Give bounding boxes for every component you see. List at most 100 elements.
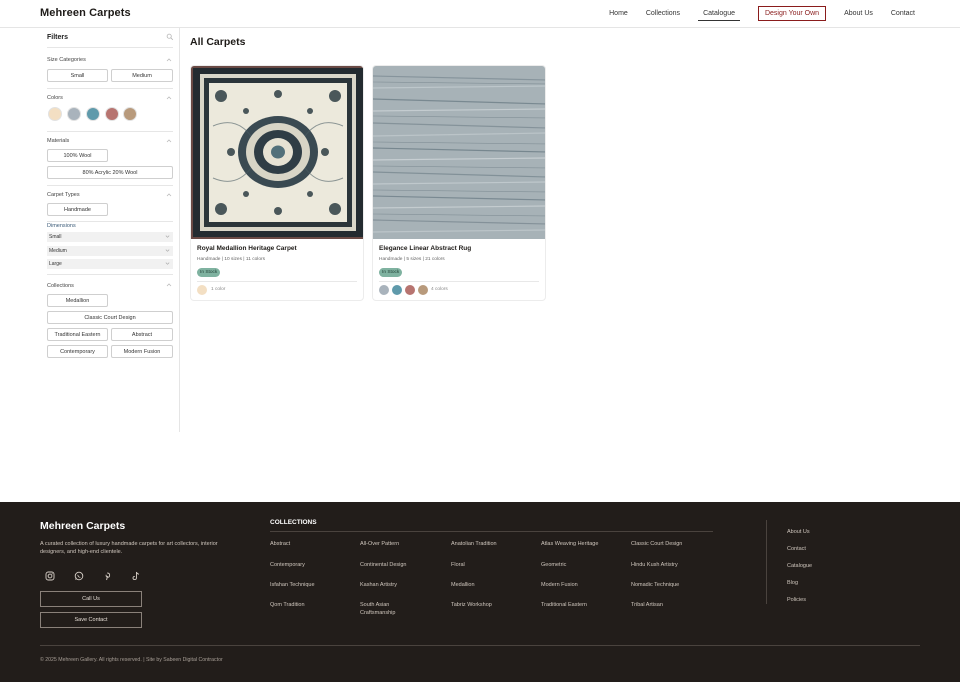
chevron-up-icon[interactable] [166,57,172,63]
colors-label[interactable]: Colors [47,95,63,101]
search-icon[interactable] [166,33,174,41]
main-nav: Home Collections Catalogue Design Your O… [591,6,915,21]
dimension-large-row[interactable]: Large [47,259,173,269]
chevron-up-icon[interactable] [166,138,172,144]
divider [40,645,920,646]
footer-collection-link[interactable]: Geometric [541,562,626,570]
nav-collections[interactable]: Collections [646,7,680,20]
footer-collection-link[interactable]: Tabriz Workshop [451,602,536,610]
product-card[interactable]: Elegance Linear Abstract Rug Handmade | … [372,65,546,301]
product-image-medallion-carpet[interactable] [191,66,363,239]
filter-material-wool[interactable]: 100% Wool [47,149,108,162]
footer-collection-link[interactable]: Qom Tradition [270,602,355,610]
filter-type-handmade[interactable]: Handmade [47,203,108,216]
filter-collection-modern-fusion[interactable]: Modern Fusion [111,345,173,358]
page-title: All Carpets [190,36,246,48]
footer-link-blog[interactable]: Blog [787,580,798,586]
footer-collection-link[interactable]: Isfahan Technique [270,582,355,590]
dimension-small-row[interactable]: Small [47,232,173,242]
color-swatch-teal[interactable] [86,107,100,121]
product-card[interactable]: Royal Medallion Heritage Carpet Handmade… [190,65,364,301]
color-swatch-cream[interactable] [48,107,62,121]
footer-collection-link[interactable]: Floral [451,562,536,570]
chevron-up-icon[interactable] [166,95,172,101]
product-image-abstract-rug[interactable] [373,66,545,239]
materials-label[interactable]: Materials [47,138,69,144]
dimension-medium-row[interactable]: Medium [47,246,173,256]
pinterest-icon[interactable] [102,571,112,581]
footer-collection-link[interactable]: Traditional Eastern [541,602,626,610]
call-us-button[interactable]: Call Us [40,591,142,607]
dimensions-label[interactable]: Dimensions [47,223,76,229]
nav-design-your-own-button[interactable]: Design Your Own [757,6,827,21]
footer-link-catalogue[interactable]: Catalogue [787,563,812,569]
footer-collection-link[interactable]: Anatolian Tradition [451,541,536,549]
product-color-swatch[interactable] [418,285,428,295]
product-color-swatch[interactable] [392,285,402,295]
tiktok-icon[interactable] [131,571,141,581]
nav-home[interactable]: Home [609,7,628,20]
filters-title: Filters [47,34,69,41]
filter-collection-traditional-eastern[interactable]: Traditional Eastern [47,328,108,341]
save-contact-button[interactable]: Save Contact [40,612,142,628]
filter-size-medium[interactable]: Medium [111,69,173,82]
filter-size-small[interactable]: Small [47,69,108,82]
dimension-small-label: Small [49,234,62,240]
size-categories-label[interactable]: Size Categories [47,57,86,63]
footer-collection-link[interactable]: Medallion [451,582,536,590]
footer-collection-link[interactable]: South Asian Craftsmanship [360,602,420,617]
footer-link-about[interactable]: About Us [787,529,810,535]
product-color-swatch[interactable] [379,285,389,295]
copyright-text: © 2025 Mehreen Gallery. All rights reser… [40,657,223,663]
footer-brand: Mehreen Carpets [40,520,126,532]
color-swatch-tan[interactable] [123,107,137,121]
carpet-types-label[interactable]: Carpet Types [47,192,80,198]
footer-collection-link[interactable]: Hindu Kush Artistry [631,562,716,570]
footer-collections-title: COLLECTIONS [270,519,317,526]
filter-collection-classic-court[interactable]: Classic Court Design [47,311,173,324]
filter-collection-contemporary[interactable]: Contemporary [47,345,108,358]
collections-label[interactable]: Collections [47,283,74,289]
divider [47,47,173,48]
divider [47,221,173,222]
chevron-down-icon [165,249,170,252]
product-meta: Handmade | 5 sizes | 21 colors [379,257,445,262]
divider [47,185,173,186]
product-color-swatch[interactable] [197,285,207,295]
footer-link-policies[interactable]: Policies [787,597,806,603]
instagram-icon[interactable] [45,571,55,581]
product-color-swatch[interactable] [405,285,415,295]
dimension-large-label: Large [49,261,62,267]
footer-collection-link[interactable]: Kashan Artistry [360,582,445,590]
divider [197,281,357,282]
filters-sidebar: Filters Size Categories Small Medium Col… [40,28,180,432]
color-swatch-rose[interactable] [105,107,119,121]
product-name[interactable]: Elegance Linear Abstract Rug [379,245,471,252]
product-name[interactable]: Royal Medallion Heritage Carpet [197,245,297,252]
footer-collection-link[interactable]: Atlas Weaving Heritage [541,541,626,549]
status-badge: In Stock [197,268,221,277]
nav-catalogue[interactable]: Catalogue [698,7,740,21]
footer-collection-link[interactable]: Contemporary [270,562,355,570]
color-swatch-grey[interactable] [67,107,81,121]
brand-logo[interactable]: Mehreen Carpets [40,7,131,19]
footer-description: A curated collection of luxury handmade … [40,541,218,555]
footer-collection-link[interactable]: Classic Court Design [631,541,716,549]
whatsapp-icon[interactable] [74,571,84,581]
filter-material-acrylic-wool[interactable]: 80% Acrylic 20% Wool [47,166,173,179]
footer-link-contact[interactable]: Contact [787,546,806,552]
chevron-up-icon[interactable] [166,282,172,288]
filter-collection-medallion[interactable]: Medallion [47,294,108,307]
footer-collection-link[interactable]: Modern Fusion [541,582,626,590]
site-footer: Mehreen Carpets A curated collection of … [0,502,960,682]
footer-collection-link[interactable]: Continental Design [360,562,445,570]
footer-collection-link[interactable]: Tribal Artisan [631,602,716,610]
footer-collection-link[interactable]: All-Over Pattern [360,541,445,549]
filter-collection-abstract[interactable]: Abstract [111,328,173,341]
color-count: 1 color [211,287,226,292]
chevron-up-icon[interactable] [166,192,172,198]
nav-contact[interactable]: Contact [891,7,915,20]
nav-about-us[interactable]: About Us [844,7,873,20]
footer-collection-link[interactable]: Nomadic Technique [631,582,716,590]
footer-collection-link[interactable]: Abstract [270,541,355,549]
